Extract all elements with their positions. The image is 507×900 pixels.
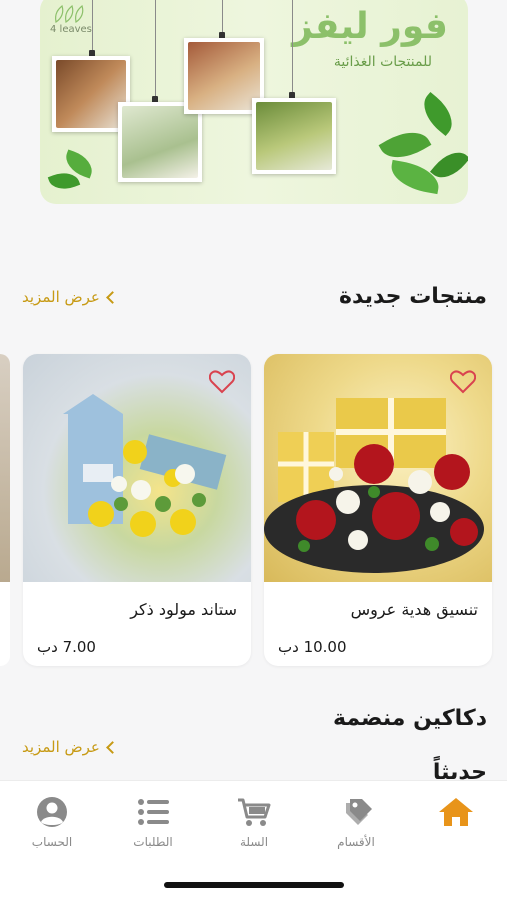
nav-label: الطلبات — [133, 835, 173, 849]
brand-name: فور ليفز — [292, 6, 448, 47]
nav-home[interactable] — [416, 795, 496, 835]
product-card-partial[interactable] — [0, 354, 10, 666]
nav-label: الحساب — [31, 835, 73, 849]
product-photo — [118, 102, 202, 182]
nav-account[interactable]: الحساب — [12, 795, 92, 849]
stores-title: دكاكين منضمة — [333, 706, 487, 731]
see-more-label: عرض المزيد — [22, 738, 100, 756]
product-price: 7.00 دب — [37, 638, 96, 656]
product-price: 10.00 دب — [278, 638, 347, 656]
logo-text: 4 leaves — [50, 24, 92, 35]
home-icon — [439, 798, 473, 826]
brand-subtitle: للمنتجات الغذائية — [333, 54, 432, 70]
favorite-heart-icon[interactable] — [450, 370, 476, 394]
nav-orders[interactable]: الطلبات — [113, 795, 193, 849]
nav-label: الأقسام — [337, 835, 375, 849]
product-name: تنسيق هدية عروس — [350, 600, 478, 619]
account-icon — [37, 797, 67, 827]
new-products-title: منتجات جديدة — [339, 284, 487, 309]
new-products-see-more[interactable]: عرض المزيد — [22, 288, 119, 306]
home-indicator — [164, 882, 344, 888]
product-photo — [252, 98, 336, 174]
product-card[interactable]: تنسيق هدية عروس 10.00 دب — [264, 354, 492, 666]
nav-label: السلة — [239, 835, 269, 849]
list-icon — [138, 799, 169, 825]
tag-icon — [346, 799, 372, 825]
stores-see-more[interactable]: عرض المزيد — [22, 738, 119, 756]
chevron-left-icon — [106, 740, 119, 754]
nav-categories[interactable]: الأقسام — [316, 795, 396, 849]
product-name: ستاند مولود ذكر — [130, 600, 237, 619]
product-card[interactable]: ستاند مولود ذكر 7.00 دب — [23, 354, 251, 666]
chevron-left-icon — [106, 290, 119, 304]
favorite-heart-icon[interactable] — [209, 370, 235, 394]
promo-banner[interactable]: 4 leaves فور ليفز للمنتجات الغذائية — [40, 0, 468, 204]
see-more-label: عرض المزيد — [22, 288, 100, 306]
logo-leaf-icon — [55, 4, 84, 23]
cart-icon — [238, 798, 271, 826]
nav-cart[interactable]: السلة — [214, 795, 294, 849]
